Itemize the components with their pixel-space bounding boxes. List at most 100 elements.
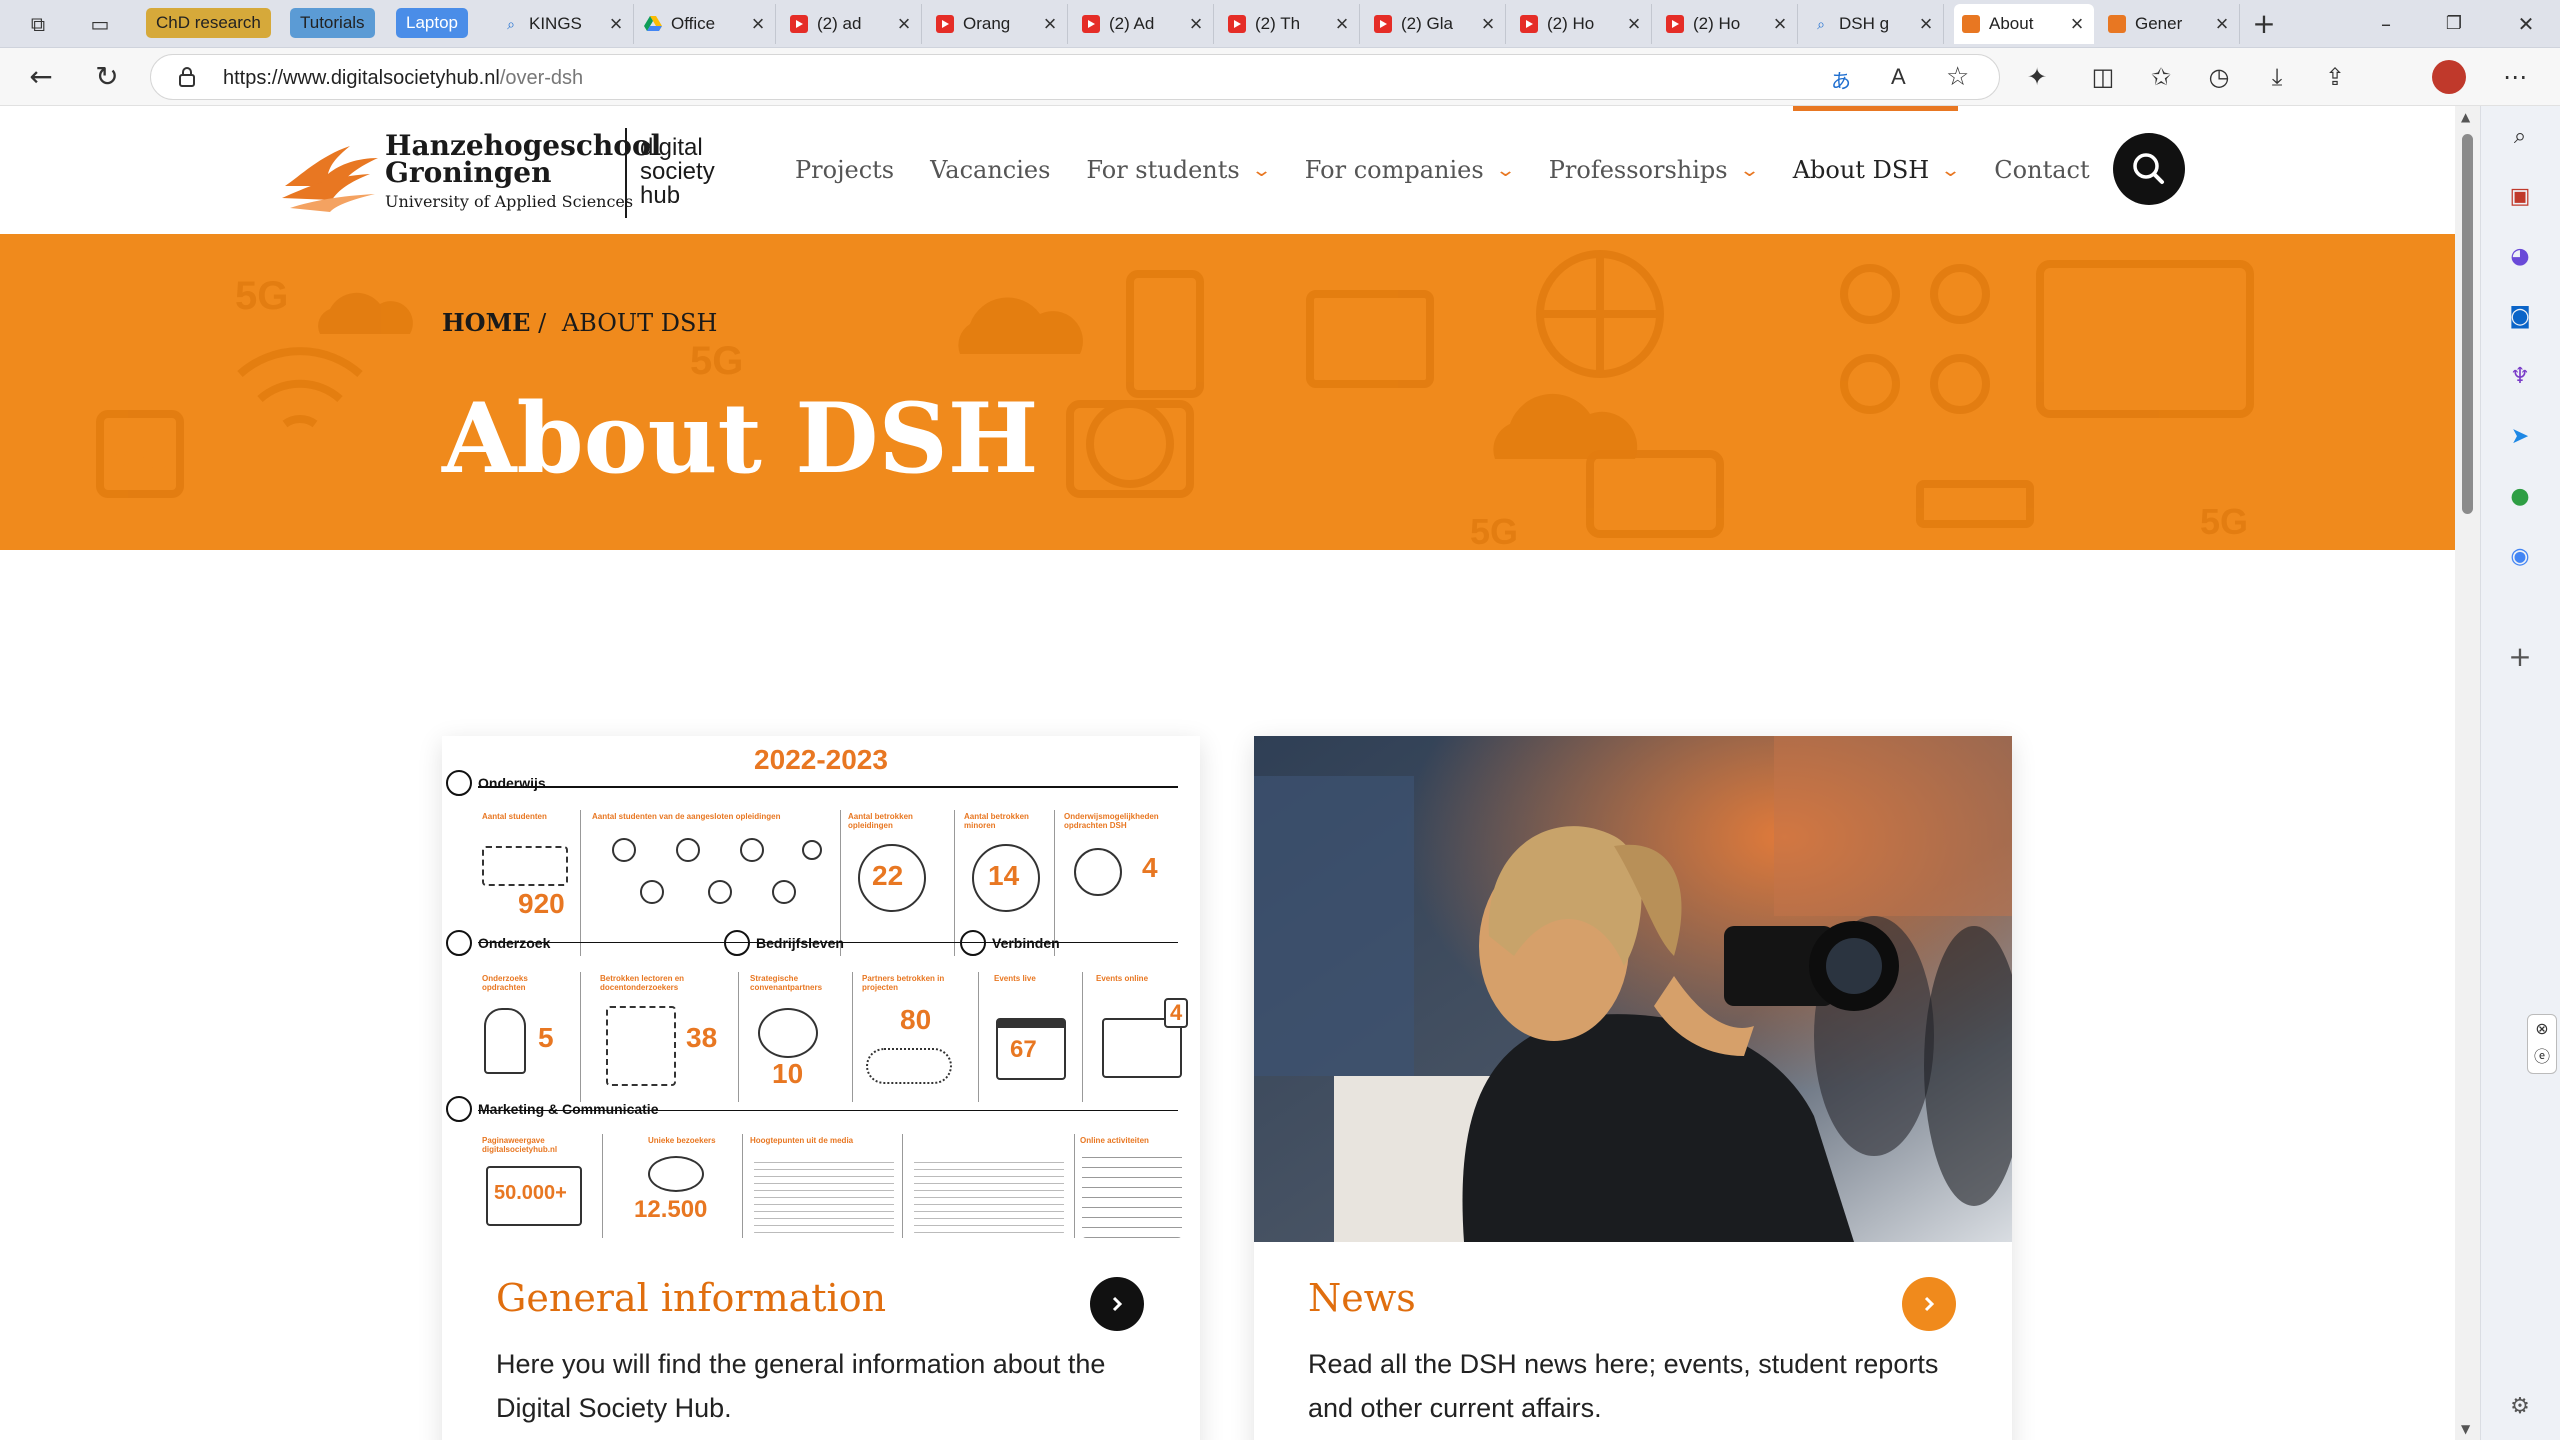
site-search-button[interactable]: [2113, 133, 2185, 205]
copilot-icon[interactable]: ◕: [2505, 242, 2535, 272]
close-icon[interactable]: ×: [1041, 11, 1059, 37]
card-text: Read all the DSH news here; events, stud…: [1308, 1349, 1939, 1423]
close-icon[interactable]: ×: [895, 11, 913, 37]
breadcrumb-home[interactable]: HOME: [442, 308, 530, 337]
info-divider: [978, 972, 979, 1102]
info-number: 4: [1164, 998, 1189, 1028]
play-icon: [446, 1096, 472, 1122]
new-tab-icon[interactable]: +: [2252, 10, 2276, 38]
nav-professorships[interactable]: Professorships ⌄: [1549, 106, 1760, 234]
tab-office[interactable]: Office ×: [636, 4, 776, 44]
tab-youtube[interactable]: (2) ad ×: [782, 4, 922, 44]
history-icon[interactable]: ◷: [2204, 62, 2234, 92]
nav-label: Contact: [1994, 156, 2090, 184]
scroll-down-icon[interactable]: ▼: [2461, 1422, 2470, 1436]
favorite-chd-research[interactable]: ChD research: [146, 8, 271, 38]
add-icon[interactable]: +: [2505, 642, 2535, 672]
nav-projects[interactable]: Projects: [795, 106, 894, 234]
side-panel-close-icon[interactable]: ⊗ ⓔ: [2527, 1014, 2557, 1074]
nav-for-companies[interactable]: For companies ⌄: [1305, 106, 1516, 234]
card-title[interactable]: General information: [496, 1276, 886, 1320]
close-icon[interactable]: ×: [1187, 11, 1205, 37]
favorite-laptop[interactable]: Laptop: [396, 8, 468, 38]
tab-bar: ⧉ ▭ ChD research Tutorials Laptop ⌕ KINGS…: [0, 0, 2560, 48]
workspaces-icon[interactable]: ⧉: [26, 12, 50, 36]
breadcrumb-separator: /: [538, 309, 547, 337]
scrollbar-thumb[interactable]: [2462, 134, 2473, 514]
nav-for-students[interactable]: For students ⌄: [1086, 106, 1271, 234]
page-scrollbar[interactable]: ▲ ▼: [2455, 106, 2480, 1440]
site-logo[interactable]: Hanzehogeschool Groningen University of A…: [280, 128, 740, 218]
share-icon[interactable]: ⇪: [2320, 62, 2350, 92]
more-icon[interactable]: ⋯: [2500, 62, 2530, 92]
back-icon[interactable]: ←: [26, 62, 56, 92]
close-icon[interactable]: ×: [1917, 11, 1935, 37]
close-icon[interactable]: ×: [2213, 11, 2231, 37]
translate-icon[interactable]: あ: [1831, 65, 1851, 94]
card-title[interactable]: News: [1308, 1276, 1416, 1320]
tab-dsh-search[interactable]: ⌕ DSH g ×: [1804, 4, 1944, 44]
split-screen-icon[interactable]: ◫: [2088, 62, 2118, 92]
tab-label: (2) Ho: [1547, 14, 1595, 33]
logo-dsh-3: hub: [640, 182, 681, 209]
lock-icon[interactable]: [179, 67, 195, 87]
favorite-star-icon[interactable]: ☆: [1946, 61, 1969, 92]
info-number: 67: [1010, 1036, 1037, 1063]
address-bar[interactable]: https://www.digitalsocietyhub.nl/over-ds…: [150, 54, 2000, 100]
tab-about-active[interactable]: About ×: [1954, 4, 2094, 44]
settings-icon[interactable]: ⚙: [2505, 1392, 2535, 1422]
tab-general[interactable]: Gener ×: [2100, 4, 2240, 44]
send-icon[interactable]: ➤: [2505, 422, 2535, 452]
restore-icon[interactable]: ❐: [2442, 12, 2466, 36]
games-icon[interactable]: ♆: [2505, 362, 2535, 392]
tab-youtube[interactable]: (2) Ho ×: [1512, 4, 1652, 44]
nav-vacancies[interactable]: Vacancies: [930, 106, 1050, 234]
favorites-icon[interactable]: ✩: [2146, 62, 2176, 92]
close-icon[interactable]: ×: [1333, 11, 1351, 37]
search-icon[interactable]: ⌕: [2505, 122, 2535, 152]
extensions-icon[interactable]: ✦: [2022, 62, 2052, 92]
minimize-icon[interactable]: –: [2374, 12, 2398, 36]
info-number: 920: [518, 888, 565, 919]
svg-text:5G: 5G: [690, 339, 743, 383]
close-icon[interactable]: ×: [749, 11, 767, 37]
card-arrow-button[interactable]: [1902, 1277, 1956, 1331]
outlook-icon[interactable]: ◙: [2505, 302, 2535, 332]
scroll-up-icon[interactable]: ▲: [2461, 110, 2470, 124]
tab-label: Office: [671, 14, 716, 33]
tools-icon[interactable]: ▣: [2505, 182, 2535, 212]
tab-kings[interactable]: ⌕ KINGS ×: [494, 4, 634, 44]
info-divider: [580, 972, 581, 1102]
tab-youtube[interactable]: (2) Gla ×: [1366, 4, 1506, 44]
partners-icon: [758, 1008, 818, 1058]
card-news[interactable]: News Read all the DSH news here; events,…: [1254, 736, 2012, 1440]
tab-youtube[interactable]: (2) Th ×: [1220, 4, 1360, 44]
refresh-icon[interactable]: ↻: [92, 62, 122, 92]
tab-actions-icon[interactable]: ▭: [88, 12, 112, 36]
maps-icon[interactable]: ◉: [2505, 542, 2535, 572]
tab-youtube[interactable]: (2) Ad ×: [1074, 4, 1214, 44]
search-icon: ⌕: [507, 15, 515, 32]
card-general-information[interactable]: 2022-2023 Onderwijs Aantal studenten Aan…: [442, 736, 1200, 1440]
drop-icon[interactable]: ●: [2505, 482, 2535, 512]
close-icon[interactable]: ×: [1625, 11, 1643, 37]
card-arrow-button[interactable]: [1090, 1277, 1144, 1331]
close-icon[interactable]: ×: [2068, 11, 2086, 37]
downloads-icon[interactable]: ⤓: [2262, 62, 2292, 92]
close-icon[interactable]: ×: [1771, 11, 1789, 37]
close-icon[interactable]: ×: [1479, 11, 1497, 37]
profile-avatar[interactable]: [2432, 60, 2466, 94]
window-close-icon[interactable]: ✕: [2514, 12, 2538, 36]
info-label: Strategische convenantpartners: [750, 974, 823, 992]
nav-about-dsh[interactable]: About DSH ⌄: [1792, 106, 1961, 234]
close-icon[interactable]: ×: [607, 11, 625, 37]
favorite-tutorials[interactable]: Tutorials: [290, 8, 375, 38]
nav-contact[interactable]: Contact: [1994, 106, 2089, 234]
tab-youtube[interactable]: (2) Ho ×: [1658, 4, 1798, 44]
programmes-icon: [602, 836, 822, 916]
youtube-icon: [1228, 15, 1246, 33]
section-label: Marketing & Communicatie: [478, 1101, 659, 1117]
read-aloud-icon[interactable]: A: [1891, 64, 1906, 90]
info-divider: [580, 810, 581, 956]
tab-youtube[interactable]: Orang ×: [928, 4, 1068, 44]
